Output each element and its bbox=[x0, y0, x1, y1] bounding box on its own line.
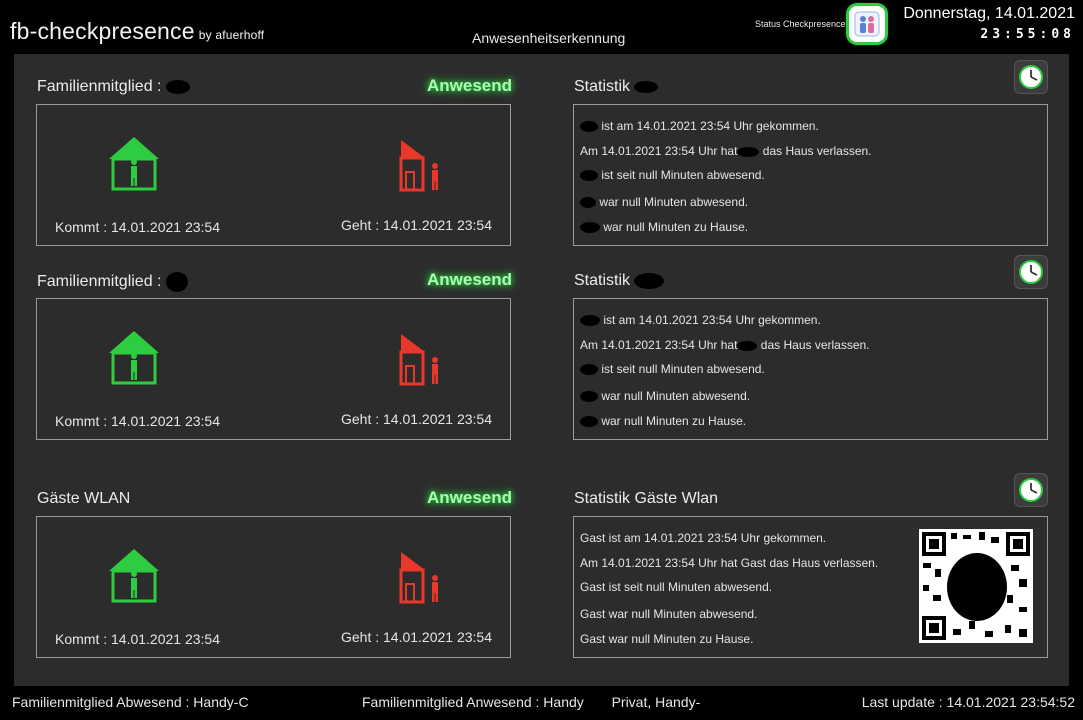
footer-anwesend: Familienmitglied Anwesend : Handy Privat… bbox=[362, 694, 701, 710]
main-area: Familienmitglied : Anwesend Kommt : 14.0… bbox=[14, 54, 1069, 686]
member-1-status: Anwesend bbox=[427, 76, 513, 95]
home-present-icon bbox=[109, 331, 159, 385]
leaving-icon bbox=[399, 552, 438, 604]
current-date: Donnerstag, 14.01.2021 bbox=[903, 5, 1075, 22]
stat-line: ist am 14.01.2021 23:54 Uhr gekommen. bbox=[580, 313, 821, 327]
member-2-title: Familienmitglied : bbox=[37, 272, 188, 292]
redaction bbox=[737, 146, 760, 157]
redaction bbox=[580, 364, 598, 376]
redaction bbox=[580, 121, 598, 133]
current-time: 23:55:08 bbox=[980, 27, 1075, 42]
people-icon bbox=[854, 11, 880, 37]
stat-line: ist seit null Minuten abwesend. bbox=[580, 168, 765, 182]
stat-line: Am 14.01.2021 23:54 Uhr hat das Haus ver… bbox=[580, 144, 872, 158]
clock-icon bbox=[1019, 65, 1043, 89]
redaction bbox=[587, 698, 608, 709]
redaction bbox=[580, 416, 598, 428]
guest-kommt: Kommt : 14.01.2021 23:54 bbox=[55, 631, 220, 647]
stat-line: Gast ist am 14.01.2021 23:54 Uhr gekomme… bbox=[580, 531, 827, 545]
page-subtitle: Anwesenheitserkennung bbox=[472, 30, 626, 46]
stat-line: Am 14.01.2021 23:54 Uhr hat Gast das Hau… bbox=[580, 556, 879, 570]
stat-line: Gast ist seit null Minuten abwesend. bbox=[580, 580, 773, 594]
stat-1-refresh-button[interactable] bbox=[1014, 60, 1048, 94]
stat-line: Gast war null Minuten zu Hause. bbox=[580, 632, 754, 646]
leaving-icon bbox=[399, 334, 438, 386]
footer-abwesend: Familienmitglied Abwesend : Handy-C bbox=[12, 694, 275, 710]
member-1-geht: Geht : 14.01.2021 23:54 bbox=[340, 217, 492, 233]
status-checkpresence-button[interactable] bbox=[849, 6, 885, 42]
stat-1-panel: ist am 14.01.2021 23:54 Uhr gekommen. Am… bbox=[573, 104, 1048, 246]
stat-2-refresh-button[interactable] bbox=[1014, 255, 1048, 289]
member-1-title: Familienmitglied : bbox=[37, 78, 190, 96]
redaction bbox=[634, 80, 659, 93]
stat-line: Am 14.01.2021 23:54 Uhr hat das Haus ver… bbox=[580, 338, 870, 352]
redaction bbox=[737, 340, 758, 351]
stat-line: ist am 14.01.2021 23:54 Uhr gekommen. bbox=[580, 119, 819, 133]
redaction bbox=[165, 79, 190, 94]
guest-geht: Geht : 14.01.2021 23:54 bbox=[340, 629, 492, 645]
guest-status: Anwesend bbox=[427, 488, 513, 507]
member-1-panel: Kommt : 14.01.2021 23:54 Geht : 14.01.20… bbox=[36, 104, 511, 246]
home-present-icon bbox=[109, 137, 159, 191]
member-2-status: Anwesend bbox=[427, 270, 513, 289]
guest-panel: Kommt : 14.01.2021 23:54 Geht : 14.01.20… bbox=[36, 516, 511, 658]
clock-icon bbox=[1019, 478, 1043, 502]
stat-line: war null Minuten abwesend. bbox=[580, 195, 748, 209]
guest-stat-panel: Gast ist am 14.01.2021 23:54 Uhr gekomme… bbox=[573, 516, 1048, 658]
redaction bbox=[580, 170, 598, 182]
stat-line: Gast war null Minuten abwesend. bbox=[580, 607, 758, 621]
stat-line: ist seit null Minuten abwesend. bbox=[580, 362, 765, 376]
guest-stat-title: Statistik Gäste Wlan bbox=[574, 490, 719, 507]
status-label: Status Checkpresence bbox=[755, 19, 846, 29]
stat-2-panel: ist am 14.01.2021 23:54 Uhr gekommen. Am… bbox=[573, 298, 1048, 440]
redaction bbox=[580, 222, 600, 234]
footer: Familienmitglied Abwesend : Handy-C Fami… bbox=[0, 686, 1083, 720]
redaction bbox=[580, 315, 600, 327]
datetime: Donnerstag, 14.01.2021 23:55:08 bbox=[903, 5, 1075, 42]
clock-icon bbox=[1019, 260, 1043, 284]
member-2-panel: Kommt : 14.01.2021 23:54 Geht : 14.01.20… bbox=[36, 298, 511, 440]
redaction bbox=[580, 391, 598, 403]
stat-2-title: Statistik bbox=[574, 272, 665, 290]
member-1-kommt: Kommt : 14.01.2021 23:54 bbox=[55, 219, 220, 235]
top-bar: fb-checkpresence by afuerhoff Anwesenheit… bbox=[0, 0, 1083, 52]
member-2-kommt: Kommt : 14.01.2021 23:54 bbox=[55, 413, 220, 429]
stat-1-title: Statistik bbox=[574, 78, 659, 96]
stat-line: war null Minuten abwesend. bbox=[580, 389, 750, 403]
member-2-geht: Geht : 14.01.2021 23:54 bbox=[340, 411, 492, 427]
redaction bbox=[165, 272, 188, 292]
redaction bbox=[250, 697, 275, 710]
redaction bbox=[580, 197, 596, 209]
app-title: fb-checkpresence by afuerhoff bbox=[10, 18, 265, 44]
leaving-icon bbox=[399, 140, 438, 192]
qr-code-icon bbox=[919, 529, 1033, 643]
app-author: by afuerhoff bbox=[198, 28, 265, 42]
wlan-qr-code bbox=[919, 529, 1033, 643]
home-present-icon bbox=[109, 549, 159, 603]
redaction bbox=[634, 272, 665, 289]
stat-line: war null Minuten zu Hause. bbox=[580, 414, 746, 428]
stat-line: war null Minuten zu Hause. bbox=[580, 220, 748, 234]
guest-title: Gäste WLAN bbox=[37, 490, 131, 507]
guest-stat-refresh-button[interactable] bbox=[1014, 473, 1048, 507]
last-update: Last update : 14.01.2021 23:54:52 bbox=[861, 694, 1075, 710]
